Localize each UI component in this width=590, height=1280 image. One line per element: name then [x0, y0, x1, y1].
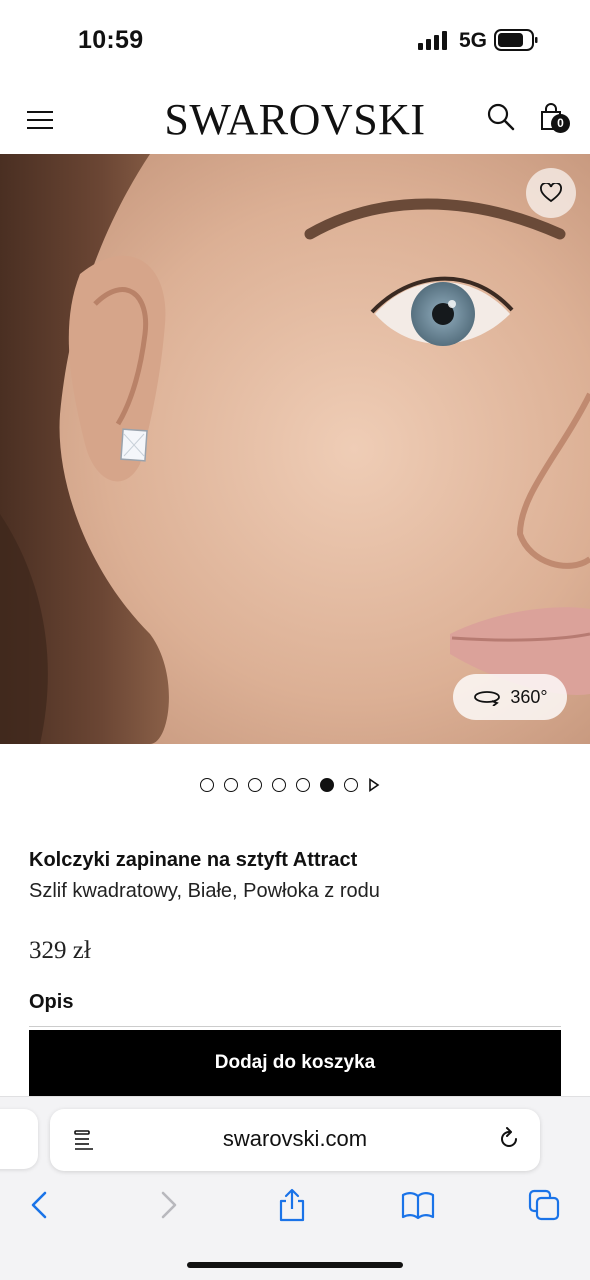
view-360-button[interactable]: 360°: [453, 674, 567, 720]
url-text: swarovski.com: [222, 1126, 368, 1151]
carousel-dot[interactable]: [296, 778, 310, 792]
shopping-bag-button[interactable]: 0: [536, 100, 572, 136]
tabs-icon[interactable]: [526, 1187, 562, 1223]
site-header: SWAROVSKI 0: [0, 80, 590, 154]
carousel-dot[interactable]: [272, 778, 286, 792]
carousel-dot-active[interactable]: [320, 778, 334, 792]
forward-icon[interactable]: [150, 1187, 186, 1223]
view-360-label: 360°: [510, 686, 548, 707]
heart-icon: [540, 183, 562, 203]
signal-icon: [418, 31, 447, 50]
description-heading[interactable]: Opis: [29, 991, 73, 1014]
carousel-dot[interactable]: [224, 778, 238, 792]
search-icon[interactable]: [486, 102, 516, 132]
share-icon[interactable]: [274, 1187, 310, 1223]
product-subtitle: Szlif kwadratowy, Białe, Powłoka z rodu: [29, 880, 380, 902]
add-to-cart-button[interactable]: Dodaj do koszyka: [29, 1030, 561, 1096]
bag-count-badge: 0: [551, 114, 570, 133]
wishlist-button[interactable]: [526, 168, 576, 218]
back-icon[interactable]: [22, 1187, 58, 1223]
reload-icon[interactable]: [496, 1126, 522, 1152]
product-title: Kolczyki zapinane na sztyft Attract: [29, 849, 358, 871]
carousel-dot[interactable]: [248, 778, 262, 792]
browser-toolbar: swarovski.com: [0, 1096, 590, 1280]
rotate-360-icon: [474, 691, 501, 706]
status-bar: 10:59 5G: [0, 0, 590, 80]
play-icon[interactable]: [368, 778, 380, 792]
divider: [29, 1026, 561, 1027]
carousel-dot[interactable]: [344, 778, 358, 792]
home-indicator: [187, 1262, 403, 1268]
carousel-indicator: [200, 777, 380, 793]
status-time: 10:59: [78, 26, 144, 54]
bookmarks-icon[interactable]: [400, 1187, 436, 1223]
address-bar[interactable]: swarovski.com: [50, 1109, 540, 1171]
carousel-dot[interactable]: [200, 778, 214, 792]
battery-icon: [494, 29, 538, 51]
product-image[interactable]: 360°: [0, 154, 590, 744]
model-photo: [0, 154, 590, 744]
previous-tab-card[interactable]: [0, 1109, 38, 1169]
network-label: 5G: [459, 29, 488, 52]
product-price: 329 zł: [29, 937, 91, 964]
